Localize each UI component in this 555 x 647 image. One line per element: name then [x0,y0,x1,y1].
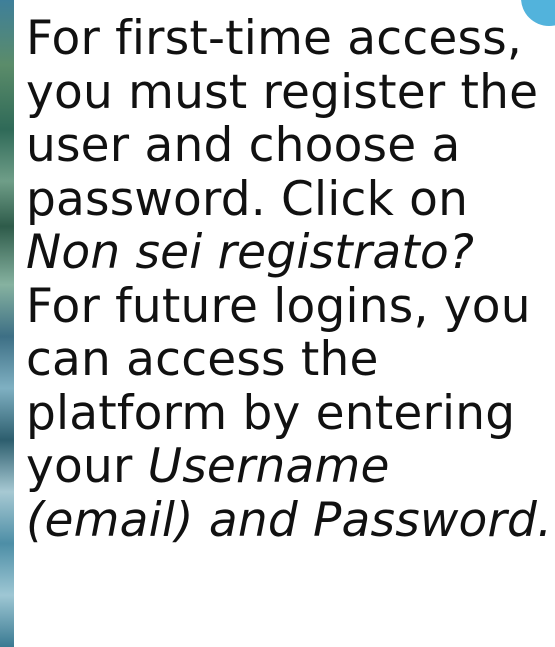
register-link-text: Non sei registrato? [26,225,475,280]
email-password-term: (email) and Password. [26,492,553,548]
instruction-line: (email) and Password. [26,492,554,548]
instruction-line: For first-time access, [26,11,523,66]
your-text: your [26,439,148,494]
instruction-line: Non sei registrato? [26,226,554,280]
instruction-line: you must register the [26,64,539,120]
instruction-text: For first-time access, you must register… [26,12,554,547]
instruction-line: For future logins, you [26,278,531,334]
left-photo-strip [0,0,14,647]
instruction-line: can access the [26,332,379,387]
instruction-line: your Username [26,440,554,494]
instruction-line: user and choose a [26,118,461,173]
username-term: Username [147,439,390,494]
instruction-line: platform by entering [26,385,516,441]
instruction-line: password. Click on [26,171,469,227]
